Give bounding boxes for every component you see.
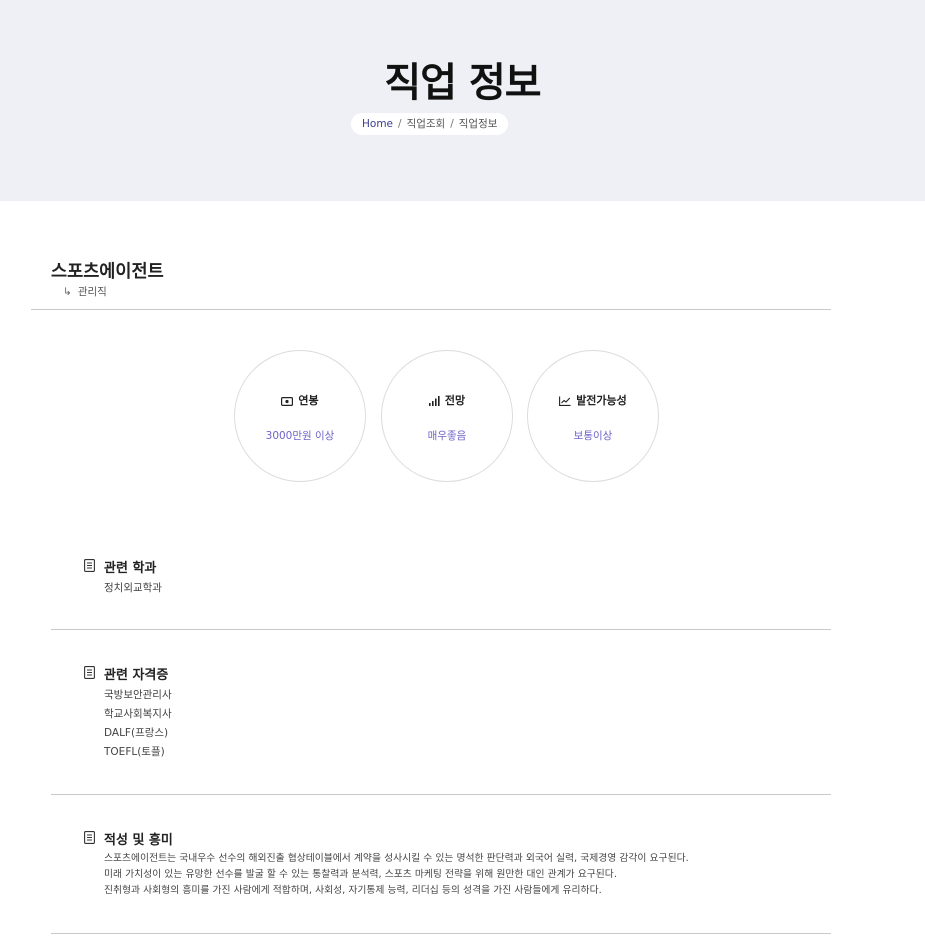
- list-icon: [84, 559, 95, 572]
- list-item: 정치외교학과: [104, 582, 162, 594]
- section-departments: 관련 학과 정치외교학과: [51, 557, 831, 594]
- divider: [31, 309, 831, 310]
- breadcrumb-separator: /: [450, 118, 454, 130]
- paragraph-line: 스포츠에이전트는 국내우수 선수의 해외진출 협상테이블에서 계약을 성사시킬 …: [104, 853, 689, 864]
- stat-growth: 발전가능성 보통이상: [527, 350, 659, 482]
- breadcrumb-level1[interactable]: 직업조회: [407, 118, 446, 130]
- list-item: 학교사회복지사: [104, 708, 172, 720]
- divider: [51, 794, 831, 795]
- stat-salary-value: 3000만원 이상: [265, 430, 335, 442]
- breadcrumb-level2: 직업정보: [458, 118, 498, 130]
- page-title: 직업 정보: [384, 60, 541, 106]
- stat-outlook: 전망 매우좋음: [381, 350, 513, 482]
- stat-outlook-heading: 전망: [382, 392, 512, 408]
- section-title: 적성 및 흥미: [104, 833, 173, 848]
- sub-arrow-icon: ↳: [63, 286, 72, 298]
- stat-salary-heading: 연봉: [235, 392, 365, 408]
- list-item: TOEFL(토플): [104, 746, 165, 758]
- stat-salary-label: 연봉: [298, 394, 319, 407]
- stat-growth-heading: 발전가능성: [528, 392, 658, 408]
- stat-growth-label: 발전가능성: [576, 394, 627, 407]
- job-category: ↳ 관리직: [63, 284, 107, 299]
- signal-bars-icon: [428, 396, 440, 406]
- divider: [51, 933, 831, 934]
- job-category-label: 관리직: [77, 286, 107, 298]
- stat-outlook-label: 전망: [444, 394, 466, 407]
- list-icon: [84, 666, 95, 679]
- stat-growth-value: 보통이상: [573, 430, 613, 442]
- stat-salary: 연봉 3000만원 이상: [234, 350, 366, 482]
- trend-up-icon: [559, 396, 571, 406]
- breadcrumb-separator: /: [398, 118, 402, 130]
- breadcrumb: Home / 직업조회 / 직업정보: [351, 113, 509, 135]
- section-title: 관련 자격증: [104, 668, 169, 683]
- list-item: DALF(프랑스): [104, 727, 169, 739]
- paragraph-line: 미래 가치성이 있는 유망한 선수를 발굴 할 수 있는 통찰력과 분석력, 스…: [104, 869, 617, 880]
- page-header: 직업 정보 Home / 직업조회 / 직업정보: [0, 0, 925, 201]
- section-title: 관련 학과: [104, 561, 157, 576]
- money-icon: [281, 397, 294, 407]
- list-icon: [84, 831, 95, 844]
- section-certifications: 관련 자격증 국방보안관리사 학교사회복지사 DALF(프랑스) TOEFL(토…: [51, 664, 831, 758]
- breadcrumb-home[interactable]: Home: [362, 118, 393, 130]
- paragraph-line: 진취형과 사회형의 흥미를 가진 사람에게 적합하며, 사회성, 자기통제 능력…: [104, 885, 602, 896]
- section-aptitude: 적성 및 흥미 스포츠에이전트는 국내우수 선수의 해외진출 협상테이블에서 계…: [51, 829, 831, 896]
- certifications-list: 국방보안관리사 학교사회복지사 DALF(프랑스) TOEFL(토플): [104, 686, 172, 762]
- aptitude-text: 스포츠에이전트는 국내우수 선수의 해외진출 협상테이블에서 계약을 성사시킬 …: [104, 851, 689, 899]
- stat-outlook-value: 매우좋음: [427, 430, 467, 442]
- departments-list: 정치외교학과: [104, 580, 162, 596]
- divider: [51, 629, 831, 630]
- list-item: 국방보안관리사: [104, 689, 172, 701]
- job-title: 스포츠에이전트: [51, 262, 164, 282]
